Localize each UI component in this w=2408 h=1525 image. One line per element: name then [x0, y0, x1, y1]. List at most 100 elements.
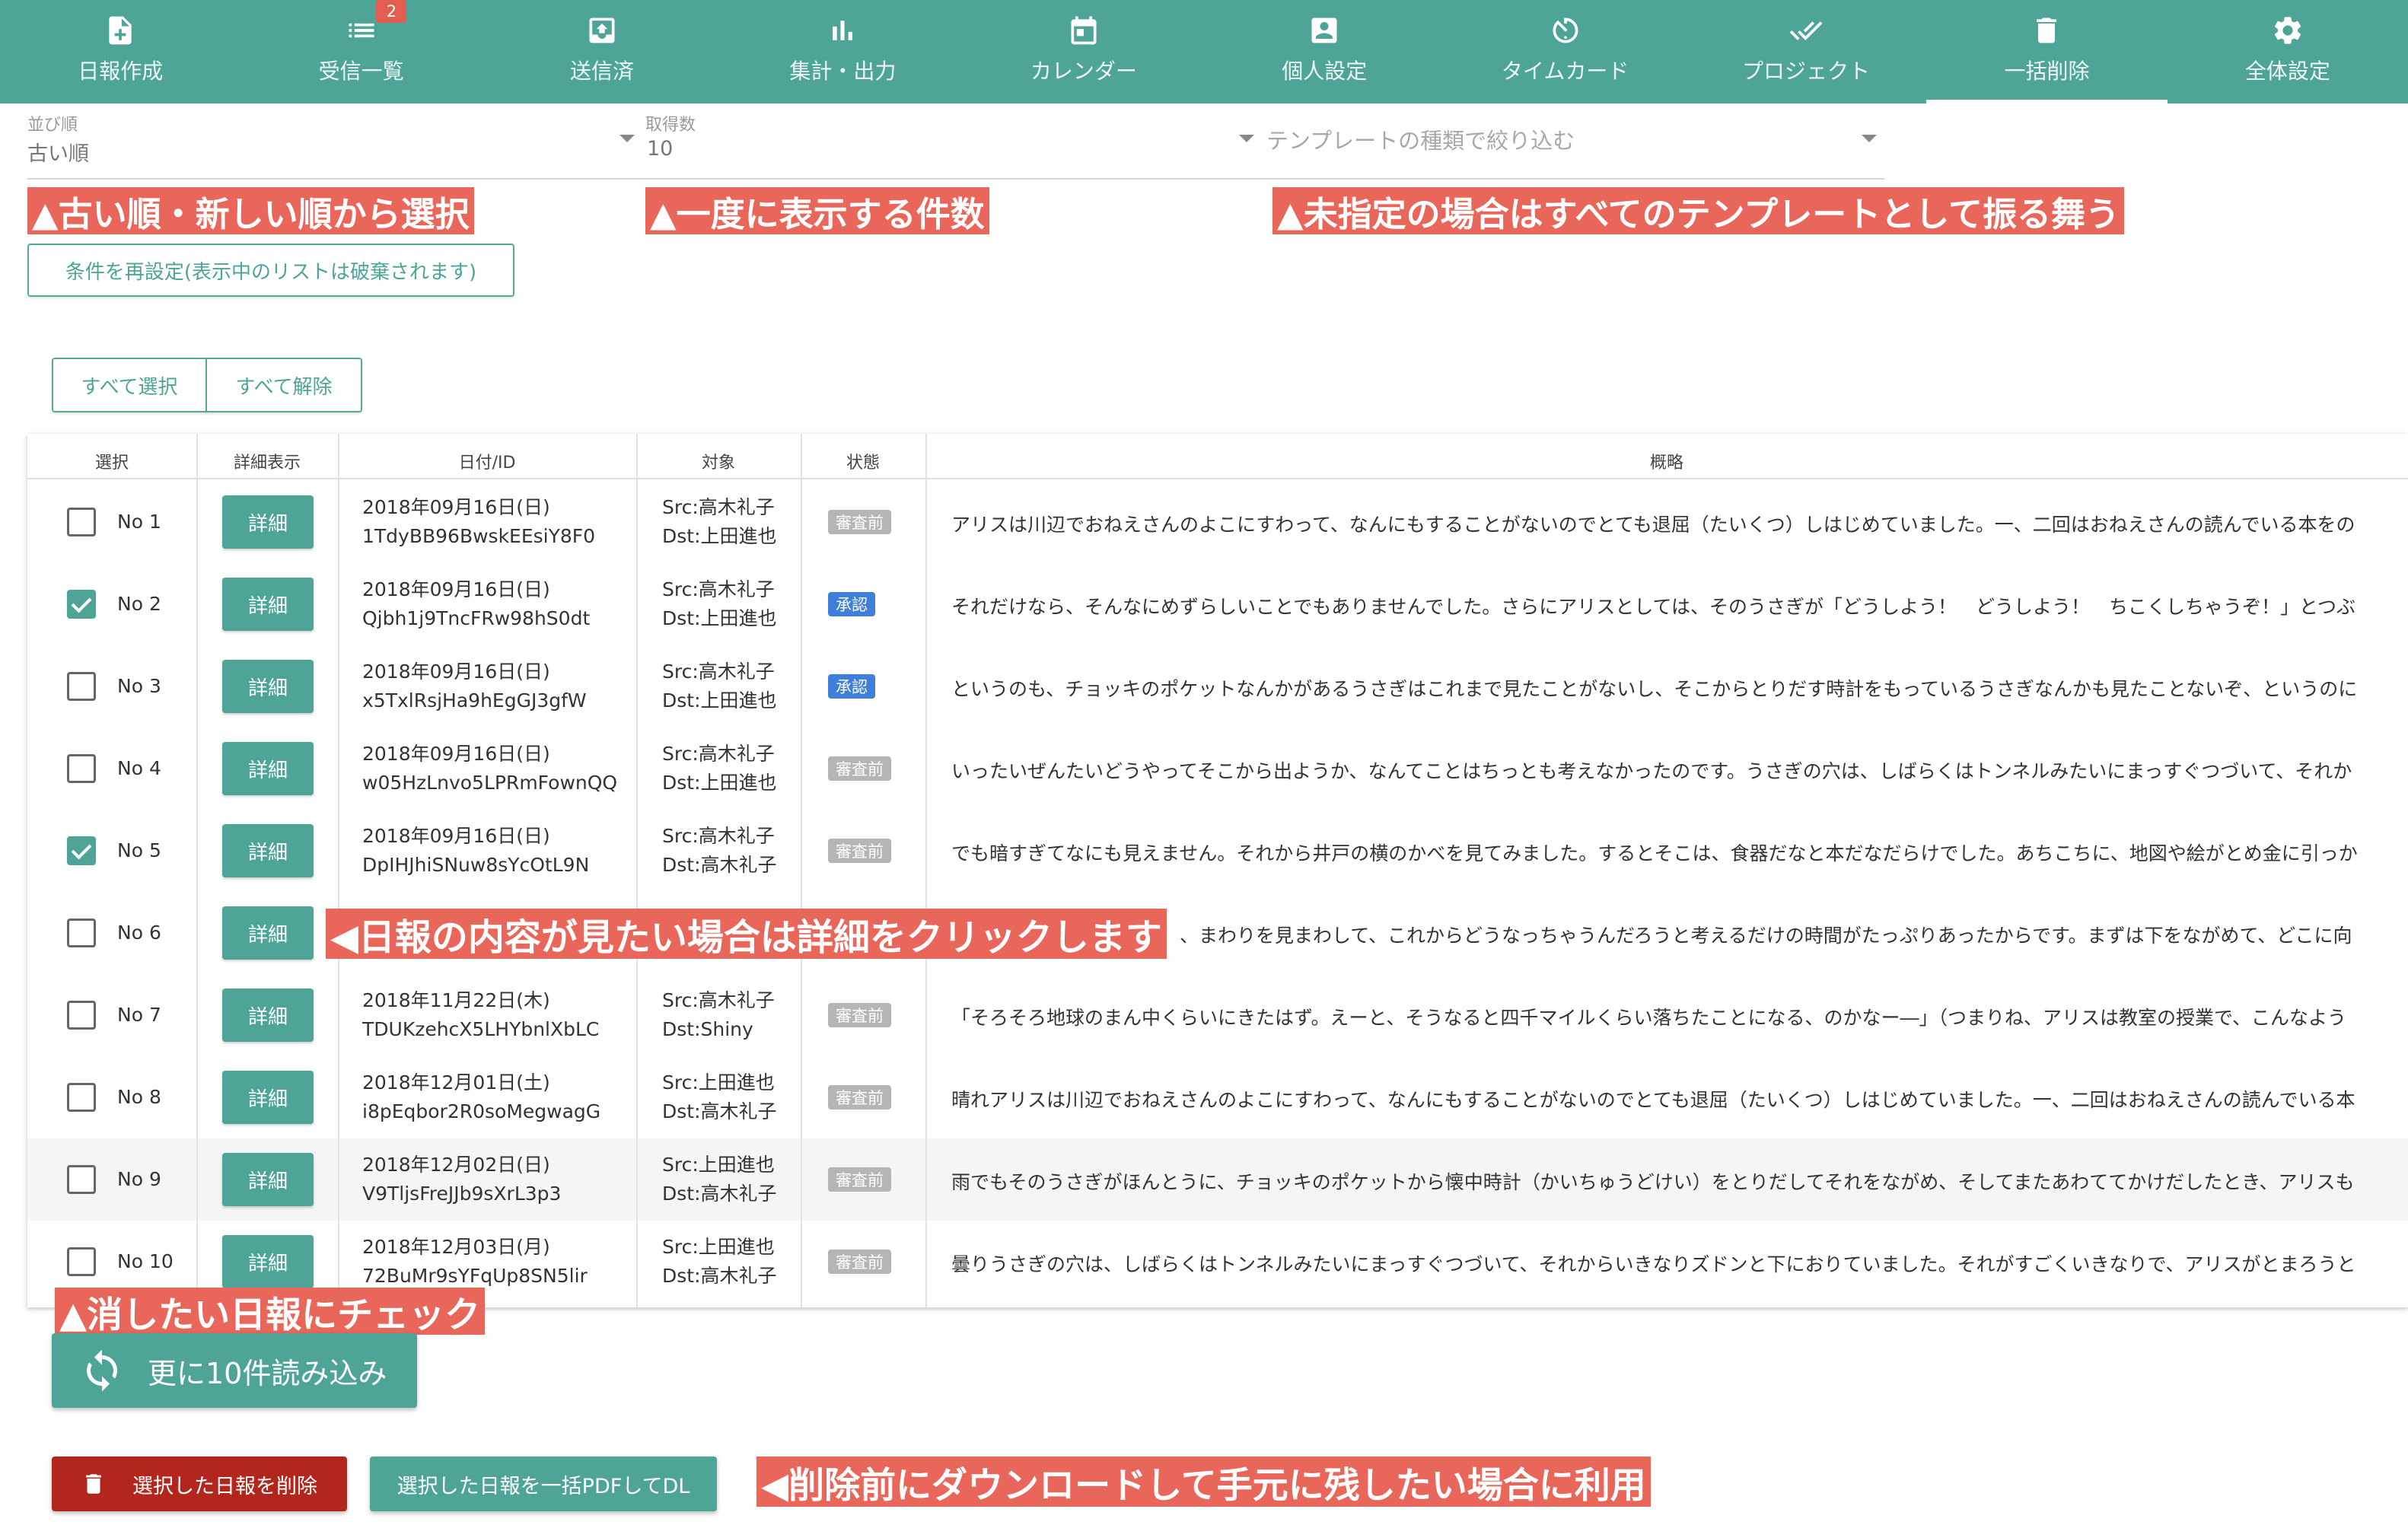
nav-item-calendar[interactable]: カレンダー [964, 0, 1204, 103]
row-checkbox[interactable] [67, 1247, 96, 1276]
source-user: Src:上田進也 [662, 1236, 775, 1258]
date-id-cell: 2018年09月16日(日) x5TxlRsjHa9hEgGJ3gfW [362, 657, 587, 715]
nav-item-timecard[interactable]: タイムカード [1444, 0, 1685, 103]
row-checkbox[interactable] [67, 754, 96, 783]
table-row: No 2 詳細 2018年09月16日(日) Qjbh1j9TncFRw98hS0dt… [27, 563, 2408, 645]
report-date: 2018年12月03日(月) [362, 1236, 550, 1258]
row-checkbox[interactable] [67, 508, 96, 536]
nav-item-global-settings[interactable]: 全体設定 [2168, 0, 2408, 103]
nav-item-project[interactable]: プロジェクト [1686, 0, 1926, 103]
date-id-cell: 2018年12月02日(日) V9TljsFreJJb9sXrL3p3 [362, 1151, 561, 1208]
date-id-cell: 2018年09月16日(日) DpIHJhiSNuw8sYcOtL9N [362, 822, 589, 880]
report-date: 2018年09月16日(日) [362, 661, 550, 683]
detail-button[interactable]: 詳細 [222, 742, 314, 795]
nav-label: 全体設定 [2244, 59, 2330, 84]
header-date-id: 日付/ID [458, 454, 516, 473]
row-checkbox[interactable] [67, 590, 96, 619]
report-date: 2018年09月16日(日) [362, 578, 550, 600]
date-id-cell: 2018年09月16日(日) 1TdyBB96BwskEEsiY8F0 [362, 493, 595, 551]
destination-user: Dst:上田進也 [662, 772, 777, 794]
nav-label: 個人設定 [1282, 59, 1368, 84]
target-cell: Src:上田進也 Dst:高木礼子 [662, 1151, 777, 1208]
reset-conditions-button[interactable]: 条件を再設定(表示中のリストは破棄されます) [27, 244, 514, 297]
caret-down-icon [620, 135, 635, 142]
nav-item-create-report[interactable]: 日報作成 [0, 0, 240, 103]
report-id: DpIHJhiSNuw8sYcOtL9N [362, 854, 590, 876]
detail-button[interactable]: 詳細 [222, 495, 314, 549]
detail-button[interactable]: 詳細 [222, 578, 314, 631]
download-pdf-button[interactable]: 選択した日報を一括PDFしてDL [370, 1457, 717, 1511]
nav-item-sent[interactable]: 送信済 [482, 0, 722, 103]
nav-item-personal-settings[interactable]: 個人設定 [1204, 0, 1444, 103]
nav-label: 集計・出力 [789, 59, 897, 84]
source-user: Src:上田進也 [662, 1154, 775, 1176]
row-checkbox[interactable] [67, 836, 96, 865]
summary-text: でも暗すぎてなにも見えません。それから井戸の横のかべを見てみました。するとそこは… [951, 842, 2358, 864]
row-checkbox[interactable] [67, 1083, 96, 1112]
date-id-cell: 2018年09月16日(日) w05HzLnvo5LPRmFownQQ [362, 740, 617, 798]
row-number: No 1 [117, 511, 161, 533]
destination-user: Dst:上田進也 [662, 525, 777, 547]
table-row: No 5 詳細 2018年09月16日(日) DpIHJhiSNuw8sYcOtL9N… [27, 810, 2408, 892]
target-cell: Src:高木礼子 Dst:上田進也 [662, 740, 777, 798]
target-cell: Src:高木礼子 Dst:Shiny [662, 986, 775, 1044]
reports-table: No 1 詳細 2018年09月16日(日) 1TdyBB96BwskEEsiY8F0… [27, 434, 2408, 1307]
delete-selected-label: 選択した日報を削除 [132, 1474, 317, 1498]
nav-label: 受信一覧 [318, 59, 404, 84]
detail-button[interactable]: 詳細 [222, 1153, 314, 1206]
report-id: w05HzLnvo5LPRmFownQQ [362, 772, 618, 794]
report-date: 2018年09月16日(日) [362, 496, 550, 518]
row-checkbox[interactable] [67, 919, 96, 947]
delete-selected-button[interactable]: 選択した日報を削除 [52, 1457, 347, 1511]
row-checkbox[interactable] [67, 672, 96, 701]
select-all-button[interactable]: すべて選択 [52, 358, 207, 412]
summary-text: 「そろそろ地球のまん中くらいにきたはず。えーと、そうなると四千マイルくらい落ちた… [951, 1007, 2347, 1029]
header-summary: 概略 [1649, 454, 1683, 473]
source-user: Src:上田進也 [662, 1071, 775, 1094]
summary-text: アリスは川辺でおねえさんのよこにすわって、なんにもすることがないのでとても退屈（… [951, 514, 2355, 536]
detail-button[interactable]: 詳細 [222, 824, 314, 877]
report-id: 1TdyBB96BwskEEsiY8F0 [362, 525, 596, 547]
summary-text: 、まわりを見まわして、これからどうなっちゃうんだろうと考えるだけの時間がたっぷり… [1180, 925, 2352, 947]
annotation-count: ▲一度に表示する件数 [645, 187, 989, 234]
row-number: No 6 [117, 922, 161, 944]
detail-button[interactable]: 詳細 [222, 906, 314, 960]
detail-button[interactable]: 詳細 [222, 1071, 314, 1124]
deselect-all-button[interactable]: すべて解除 [205, 358, 362, 412]
template-placeholder: テンプレートの種類で絞り込む [1266, 128, 1575, 154]
source-user: Src:高木礼子 [662, 825, 775, 847]
nav-label: カレンダー [1030, 59, 1137, 84]
detail-button[interactable]: 詳細 [222, 1235, 314, 1288]
table-row: No 4 詳細 2018年09月16日(日) w05HzLnvo5LPRmFownQQ… [27, 727, 2408, 810]
summary-text: 雨でもそのうさぎがほんとうに、チョッキのポケットから懐中時計（かいちゅうどけい）… [951, 1171, 2355, 1193]
status-badge: 審査前 [828, 1250, 891, 1274]
destination-user: Dst:高木礼子 [662, 1100, 777, 1122]
report-date: 2018年09月16日(日) [362, 743, 550, 765]
gear-icon [2274, 17, 2301, 44]
nav-item-bulk-delete[interactable]: 一括削除 [1926, 0, 2168, 103]
target-cell: Src:高木礼子 Dst:上田進也 [662, 657, 777, 715]
nav-item-inbox[interactable]: 2 受信一覧 [240, 0, 481, 103]
nav-label: 日報作成 [78, 59, 164, 84]
annotation-pdf: ◀削除前にダウンロードして手元に残したい場合に利用 [756, 1457, 1651, 1507]
detail-button[interactable]: 詳細 [222, 660, 314, 713]
column-divider [196, 434, 198, 1307]
calendar-icon [1071, 16, 1097, 45]
row-number: No 4 [117, 757, 161, 779]
row-checkbox[interactable] [67, 1165, 96, 1194]
table-row: No 1 詳細 2018年09月16日(日) 1TdyBB96BwskEEsiY8F0… [27, 481, 2408, 563]
summary-text: それだけなら、そんなにめずらしいことでもありませんでした。さらにアリスとしては、… [951, 596, 2356, 618]
destination-user: Dst:Shiny [662, 1018, 753, 1040]
load-more-button[interactable]: 更に10件読み込み [52, 1333, 417, 1408]
count-value: 10 [647, 137, 674, 161]
nav-item-aggregate[interactable]: 集計・出力 [722, 0, 963, 103]
table-row: No 3 詳細 2018年09月16日(日) x5TxlRsjHa9hEgGJ3gfW… [27, 645, 2408, 727]
date-id-cell: 2018年11月22日(木) TDUKzehcX5LHYbnlXbLC [362, 986, 599, 1044]
date-id-cell: 2018年12月01日(土) i8pEqbor2R0soMegwagG [362, 1068, 600, 1126]
row-number: No 3 [117, 675, 161, 697]
annotation-check: ▲消したい日報にチェック [55, 1288, 486, 1336]
table-row: No 9 詳細 2018年12月02日(日) V9TljsFreJJb9sXrL3p3… [27, 1138, 2408, 1221]
row-checkbox[interactable] [67, 1001, 96, 1030]
detail-button[interactable]: 詳細 [222, 989, 314, 1042]
status-badge: 審査前 [828, 1167, 891, 1192]
